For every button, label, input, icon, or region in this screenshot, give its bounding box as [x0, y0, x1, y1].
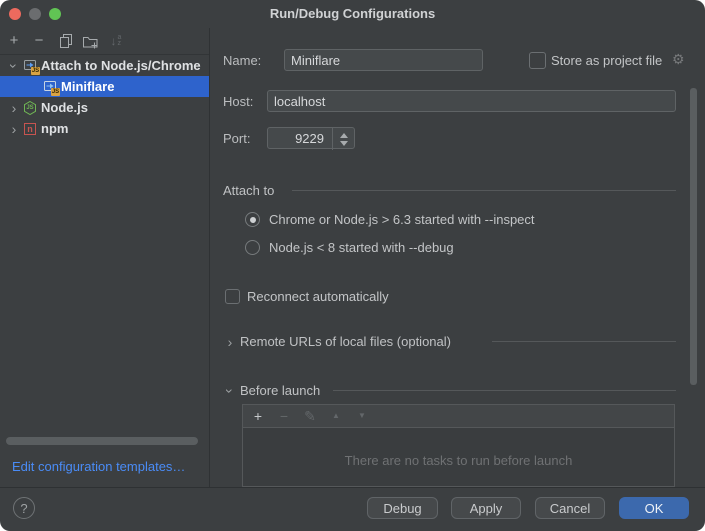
radio-nodejs-debug[interactable]: [245, 240, 260, 255]
edit-configuration-templates-link[interactable]: Edit configuration templates…: [12, 459, 185, 474]
store-as-project-file-label: Store as project file: [551, 53, 662, 68]
attach-to-node-icon: JS: [22, 58, 38, 74]
tree-item-npm[interactable]: › n npm: [0, 118, 209, 139]
radio-chrome-inspect-label: Chrome or Node.js > 6.3 started with --i…: [269, 212, 535, 227]
port-label: Port:: [223, 131, 250, 146]
debug-button[interactable]: Debug: [367, 497, 438, 519]
store-as-project-file-checkbox[interactable]: [529, 52, 546, 69]
title-bar: Run/Debug Configurations: [0, 0, 705, 28]
remote-urls-section-title[interactable]: Remote URLs of local files (optional): [240, 334, 451, 349]
port-stepper[interactable]: [332, 128, 355, 150]
copy-icon: [58, 33, 74, 49]
radio-chrome-inspect[interactable]: [245, 212, 260, 227]
add-task-icon[interactable]: +: [249, 407, 267, 425]
name-input[interactable]: [284, 49, 483, 71]
section-separator: [292, 190, 676, 191]
npm-n-letter: n: [22, 124, 38, 134]
edit-task-icon[interactable]: ✎: [301, 407, 319, 425]
chevron-down-icon[interactable]: ›: [6, 58, 22, 74]
run-debug-configurations-dialog: Run/Debug Configurations + − ↓ a z: [0, 0, 705, 531]
section-separator: [333, 390, 676, 391]
npm-icon: n: [22, 121, 38, 137]
apply-button[interactable]: Apply: [451, 497, 521, 519]
tree-item-label: Node.js: [41, 100, 88, 115]
attach-to-section-title: Attach to: [223, 183, 274, 198]
move-task-up-icon[interactable]: ▲: [327, 407, 345, 425]
host-input[interactable]: [267, 90, 676, 112]
reconnect-automatically-checkbox[interactable]: [225, 289, 240, 304]
configurations-toolbar: + − ↓ a z: [0, 28, 209, 55]
help-button[interactable]: ?: [13, 497, 35, 519]
new-folder-icon[interactable]: [81, 32, 99, 50]
cancel-button[interactable]: Cancel: [535, 497, 605, 519]
store-options-gear-icon[interactable]: ⚙: [672, 51, 685, 68]
move-task-down-icon[interactable]: ▼: [353, 407, 371, 425]
dialog-title: Run/Debug Configurations: [0, 6, 705, 21]
js-badge: JS: [51, 88, 60, 96]
before-launch-toolbar: + − ✎ ▲ ▼: [243, 405, 674, 428]
stepper-down-icon[interactable]: [340, 141, 348, 146]
chevron-right-icon[interactable]: ›: [6, 100, 22, 116]
sort-configurations-icon[interactable]: ↓ a z: [107, 32, 125, 50]
tree-item-label: npm: [41, 121, 68, 136]
configurations-tree: › JS Attach to Node.js/Chrome JS: [0, 55, 209, 430]
tree-horizontal-scrollbar[interactable]: [6, 437, 198, 445]
sort-letters: a z: [118, 35, 122, 47]
chevron-right-icon[interactable]: ›: [222, 334, 238, 350]
chevron-right-icon[interactable]: ›: [6, 121, 22, 137]
tree-item-attach-to-nodejs-chrome[interactable]: › JS Attach to Node.js/Chrome: [0, 55, 209, 76]
chevron-down-icon[interactable]: ›: [222, 383, 238, 399]
tree-item-label: Attach to Node.js/Chrome: [41, 58, 201, 73]
reconnect-automatically-label: Reconnect automatically: [247, 289, 389, 304]
js-badge: JS: [31, 67, 40, 75]
add-configuration-icon[interactable]: +: [5, 32, 23, 50]
ok-button[interactable]: OK: [619, 497, 689, 519]
radio-nodejs-debug-label: Node.js < 8 started with --debug: [269, 240, 454, 255]
remove-configuration-icon[interactable]: −: [30, 32, 48, 50]
name-label: Name:: [223, 53, 261, 68]
tree-item-nodejs[interactable]: › JS Node.js: [0, 97, 209, 118]
nodejs-icon: JS: [22, 100, 38, 116]
tree-item-label: Miniflare: [61, 79, 114, 94]
nodejs-js-letters: JS: [22, 105, 38, 111]
section-separator: [492, 341, 676, 342]
tree-item-miniflare[interactable]: JS Miniflare: [0, 76, 209, 97]
stepper-up-icon[interactable]: [340, 133, 348, 138]
folder-plus-icon: [82, 33, 99, 50]
host-label: Host:: [223, 94, 253, 109]
before-launch-empty-text: There are no tasks to run before launch: [243, 453, 674, 468]
sort-arrow-glyph: ↓: [111, 32, 117, 50]
attach-to-node-icon: JS: [42, 79, 58, 95]
before-launch-section-title[interactable]: Before launch: [240, 383, 320, 398]
remove-task-icon[interactable]: −: [275, 407, 293, 425]
before-launch-task-panel: + − ✎ ▲ ▼ There are no tasks to run befo…: [242, 404, 675, 487]
radio-selected-dot: [250, 217, 256, 223]
copy-configuration-icon[interactable]: [57, 32, 75, 50]
form-vertical-scrollbar[interactable]: [690, 88, 697, 385]
footer-divider: [0, 487, 705, 488]
panel-divider[interactable]: [209, 28, 210, 487]
